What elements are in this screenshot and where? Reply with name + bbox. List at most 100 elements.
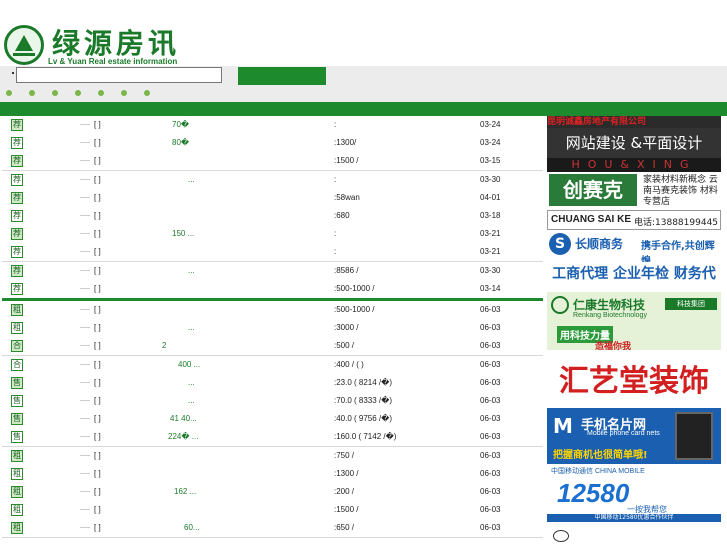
nav-dot-icon[interactable]: [52, 90, 58, 96]
changshun-slogan: 携手合作,共创辉煌: [641, 241, 715, 262]
listing-date: 06-03: [480, 523, 501, 533]
ad-web-design[interactable]: 网站建设 &平面设计: [547, 128, 721, 158]
category-tag: 荐: [11, 119, 23, 131]
table-row[interactable]: 荐 [ ]:1500 / 03-15: [2, 152, 543, 172]
listing-title-link[interactable]: ...: [188, 175, 195, 184]
listing-price: :1300/: [334, 138, 357, 148]
table-row[interactable]: 荐 [ ]: 03-21: [2, 243, 543, 263]
nav-dot-icon[interactable]: [98, 90, 104, 96]
table-row[interactable]: 租 [ ] 162 ...:200 / 06-03: [2, 483, 543, 502]
region-bracket: [ ]: [94, 283, 101, 293]
nav-dot-icon[interactable]: [144, 90, 150, 96]
row-separator: [80, 527, 90, 529]
listing-date: 03-21: [480, 247, 501, 257]
phone-icon: [675, 412, 713, 460]
listing-title-link[interactable]: ...: [188, 378, 195, 387]
ad-mosaic[interactable]: 创赛克 家装材料新概念 云南马赛克装饰 材料专营店: [547, 172, 721, 211]
table-row[interactable]: 租 [ ]:500-1000 / 06-03: [2, 301, 543, 320]
listing-date: 03-15: [480, 156, 501, 166]
region-bracket: [ ]: [94, 414, 101, 424]
row-separator: [80, 269, 90, 271]
ad-company-name[interactable]: 昆明诚鑫房地产有限公司: [547, 116, 721, 128]
listing-title-link[interactable]: 2: [162, 341, 166, 350]
ad-huiyitang[interactable]: 汇艺堂装饰: [547, 350, 721, 406]
logo-emblem-icon[interactable]: [4, 25, 44, 65]
ad-mobile-card[interactable]: M 手机名片网 Mobile phone card nets 把握商机也很简单哦…: [547, 408, 721, 464]
ad-small-logo[interactable]: [547, 528, 721, 546]
table-row[interactable]: 荐 [ ] 70�: 03-24: [2, 116, 543, 135]
listing-title-link[interactable]: ...: [188, 396, 195, 405]
listing-price: :400 / ( ): [334, 359, 364, 369]
listing-date: 03-14: [480, 283, 501, 293]
listing-price: :200 /: [334, 487, 355, 496]
row-separator: [80, 381, 90, 383]
table-row[interactable]: 售 [ ]...:23.0 ( 8214 /�) 06-03: [2, 373, 543, 393]
region-bracket: [ ]: [94, 305, 101, 314]
ad-business-agency[interactable]: 工商代理 企业年检 财务代理: [547, 262, 721, 286]
listing-title-link[interactable]: ...: [188, 266, 195, 275]
table-row[interactable]: 合 [ ] 400 ...:400 / ( ) 06-03: [2, 355, 543, 375]
ad-mosaic-contact[interactable]: CHUANG SAI KE 电话:13888199445: [547, 210, 721, 230]
listing-price: :1500 /: [334, 505, 359, 515]
region-bracket: [ ]: [94, 505, 101, 515]
listing-title-link[interactable]: 400 ...: [178, 360, 200, 369]
listing-date: 03-24: [480, 138, 501, 148]
row-separator: [80, 509, 90, 511]
table-row[interactable]: 合 [ ] 2:500 / 06-03: [2, 337, 543, 357]
row-separator: [80, 124, 90, 125]
region-bracket: [ ]: [94, 468, 101, 478]
renkang-en: Renkang Biotechnology: [573, 312, 647, 319]
search-button[interactable]: [238, 67, 326, 85]
region-bracket: [ ]: [94, 211, 101, 220]
table-row[interactable]: 售 [ ] 224� ...:160.0 ( 7142 /�) 06-03: [2, 428, 543, 448]
listing-title-link[interactable]: 162 ...: [174, 487, 196, 496]
row-separator: [80, 400, 90, 401]
table-row[interactable]: 租 [ ] 60...:650 / 06-03: [2, 519, 543, 539]
ad-mosaic-text: 家装材料新概念 云南马赛克装饰 材料专营店: [643, 175, 718, 207]
region-bracket: [ ]: [94, 174, 101, 184]
renkang-logo-icon: [551, 296, 569, 314]
table-row[interactable]: 售 [ ]...:70.0 ( 8333 /�) 06-03: [2, 392, 543, 411]
table-row[interactable]: 售 [ ] 41 40...:40.0 ( 9756 /�) 06-03: [2, 410, 543, 430]
category-tag: 荐: [11, 228, 23, 241]
listing-title-link[interactable]: 150 ...: [172, 229, 194, 238]
ad-renkang[interactable]: 仁康生物科技 Renkang Biotechnology 科技集团 用科技力量 …: [547, 292, 721, 350]
nav-dot-icon[interactable]: [29, 90, 35, 96]
nav-dot-icon[interactable]: [121, 90, 127, 96]
listing-title-link[interactable]: 70�: [172, 120, 189, 129]
ad-changshun[interactable]: S 长顺商务 携手合作,共创辉煌: [547, 230, 721, 262]
region-bracket: [ ]: [94, 229, 101, 239]
region-bracket: [ ]: [94, 359, 101, 369]
ad-houxing[interactable]: HOU&XING: [547, 158, 721, 172]
search-bar: [0, 66, 727, 88]
ad-12580[interactable]: 中国移动通信 CHINA MOBILE 12580 一按我帮您 中国移动1258…: [547, 464, 721, 522]
listing-title-link[interactable]: 80�: [172, 138, 189, 147]
china-mobile-logo: 中国移动通信 CHINA MOBILE: [551, 468, 645, 475]
listing-title-link[interactable]: ...: [188, 323, 195, 332]
table-row[interactable]: 荐 [ ]:58wan 04-01: [2, 188, 543, 208]
table-row[interactable]: 荐 [ ]:500-1000 / 03-14: [2, 279, 543, 299]
listing-price: :23.0 ( 8214 /�): [334, 377, 393, 387]
region-bracket: [ ]: [94, 432, 101, 442]
table-row[interactable]: 荐 [ ] 150 ...: 03-21: [2, 225, 543, 245]
listing-title-link[interactable]: 60...: [184, 523, 200, 532]
table-row[interactable]: 荐 [ ]...: 03-30: [2, 170, 543, 190]
table-row[interactable]: 租 [ ]:750 / 06-03: [2, 446, 543, 466]
table-row[interactable]: 荐 [ ] 80�:1300/03-24: [2, 134, 543, 154]
table-row[interactable]: 租 [ ]:1300 / 06-03: [2, 464, 543, 484]
table-row[interactable]: 荐 [ ]:680 03-18: [2, 207, 543, 226]
renkang-title: 仁康生物科技: [573, 298, 646, 312]
region-bracket: [ ]: [94, 120, 101, 129]
table-row[interactable]: 荐 [ ]...:8586 / 03-30: [2, 261, 543, 281]
category-tag: 荐: [11, 137, 23, 150]
nav-dot-icon[interactable]: [75, 90, 81, 96]
table-row[interactable]: 租 [ ]:1500 / 06-03: [2, 501, 543, 521]
brand-name-cn[interactable]: 绿源房讯: [52, 22, 180, 62]
category-tag: 荐: [11, 155, 23, 168]
listing-title-link[interactable]: 224� ...: [168, 432, 198, 441]
nav-dot-icon[interactable]: [6, 90, 12, 96]
listing-title-link[interactable]: 41 40...: [170, 414, 197, 423]
search-input[interactable]: [16, 67, 222, 83]
listing-price: :1500 /: [334, 156, 359, 166]
table-row[interactable]: 租 [ ]...:3000 / 06-03: [2, 319, 543, 339]
